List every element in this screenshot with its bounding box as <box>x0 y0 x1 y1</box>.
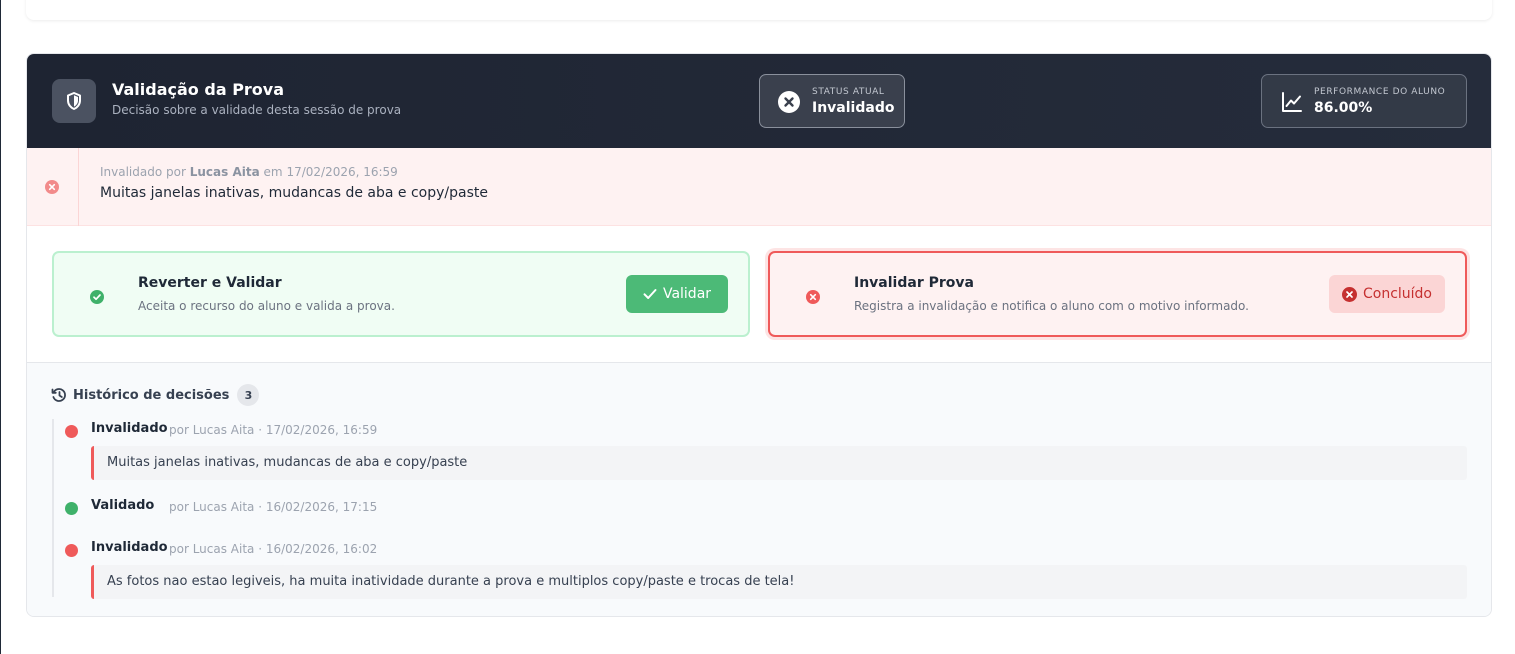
validate-button-label: Validar <box>662 286 712 302</box>
shield-icon <box>52 79 96 123</box>
invalidate-title: Invalidar Prova <box>854 275 974 291</box>
history-item-meta: por Lucas Aita · 17/02/2026, 16:59 <box>169 423 378 437</box>
status-dot <box>65 425 78 438</box>
history-item-meta: por Lucas Aita · 16/02/2026, 17:15 <box>169 500 378 514</box>
page-title: Validação da Prova <box>112 80 285 99</box>
x-circle-icon <box>806 290 820 304</box>
check-icon <box>643 288 657 300</box>
concluded-button-label: Concluído <box>1362 286 1432 302</box>
previous-card <box>26 0 1492 20</box>
x-circle-icon <box>1341 286 1357 302</box>
decision-actions: Reverter e Validar Aceita o recurso do a… <box>27 226 1491 363</box>
x-circle-icon <box>778 91 800 113</box>
validate-button[interactable]: Validar <box>626 275 728 313</box>
banner-date-prefix: em <box>263 165 283 179</box>
status-value: Invalidado <box>812 100 895 116</box>
validation-header: Validação da Prova Decisão sobre a valid… <box>27 54 1491 148</box>
performance-value: 86.00% <box>1314 100 1373 116</box>
validate-title: Reverter e Validar <box>138 275 282 291</box>
history-item-meta: por Lucas Aita · 16/02/2026, 16:02 <box>169 542 378 556</box>
history-item-note: Muitas janelas inativas, mudancas de aba… <box>91 446 1467 480</box>
banner-date: 17/02/2026, 16:59 <box>286 165 398 179</box>
validation-card: Validação da Prova Decisão sobre a valid… <box>26 53 1492 617</box>
invalidation-banner: Invalidado por Lucas Aita em 17/02/2026,… <box>27 148 1491 226</box>
x-circle-icon <box>45 180 59 194</box>
banner-message: Muitas janelas inativas, mudancas de aba… <box>100 185 488 201</box>
history-item-note: As fotos nao estao legiveis, ha muita in… <box>91 565 1467 599</box>
banner-meta: Invalidado por Lucas Aita em 17/02/2026,… <box>100 165 398 179</box>
history-icon <box>51 387 67 403</box>
invalidate-description: Registra a invalidação e notifica o alun… <box>854 299 1249 313</box>
banner-icon-column <box>27 148 79 226</box>
history-header: Histórico de decisões 3 <box>51 384 260 406</box>
performance-badge: PERFORMANCE DO ALUNO 86.00% <box>1261 74 1467 128</box>
status-dot <box>65 544 78 557</box>
banner-author: Lucas Aita <box>189 165 260 179</box>
page-subtitle: Decisão sobre a validade desta sessão de… <box>112 103 402 117</box>
history-item-status: Validado <box>91 498 155 513</box>
timeline-line <box>52 419 54 597</box>
performance-label: PERFORMANCE DO ALUNO <box>1314 87 1446 97</box>
check-circle-icon <box>90 290 104 304</box>
banner-prefix: Invalidado por <box>100 165 186 179</box>
status-badge: STATUS ATUAL Invalidado <box>759 74 905 128</box>
history-item-status: Invalidado <box>91 540 168 555</box>
validate-option-card[interactable]: Reverter e Validar Aceita o recurso do a… <box>52 251 750 337</box>
decision-history: Histórico de decisões 3 Invalidado por L… <box>27 363 1491 616</box>
left-border <box>0 0 1 654</box>
history-item-status: Invalidado <box>91 421 168 436</box>
concluded-button[interactable]: Concluído <box>1329 275 1445 313</box>
invalidate-option-card[interactable]: Invalidar Prova Registra a invalidação e… <box>768 251 1467 337</box>
history-title: Histórico de decisões <box>73 387 230 403</box>
validate-description: Aceita o recurso do aluno e valida a pro… <box>138 299 395 313</box>
status-dot <box>65 502 78 515</box>
history-count-badge: 3 <box>237 384 260 406</box>
status-label: STATUS ATUAL <box>812 87 885 97</box>
chart-line-icon <box>1280 90 1304 114</box>
